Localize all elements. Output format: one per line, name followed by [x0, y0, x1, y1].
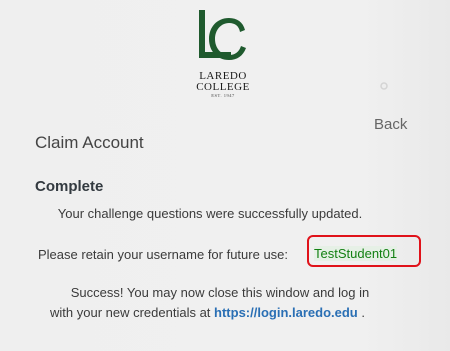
success-line2-suffix: . — [357, 305, 365, 320]
update-success-message: Your challenge questions were successful… — [57, 206, 363, 221]
retain-username-prompt: Please retain your username for future u… — [38, 247, 289, 262]
username-value: TestStudent01 — [314, 246, 398, 261]
faint-decoration-icon — [380, 82, 388, 90]
college-name-line2: COLLEGE — [196, 81, 250, 93]
success-message-line2: with your new credentials at https://log… — [50, 305, 365, 320]
college-wordmark: LAREDO COLLEGE EST. 1947 — [178, 71, 268, 99]
lc-monogram-icon — [199, 10, 246, 60]
success-message-line1: Success! You may now close this window a… — [70, 285, 370, 300]
username-highlight-box: TestStudent01 — [307, 235, 421, 267]
status-heading: Complete — [35, 178, 104, 195]
claim-account-page: LAREDO COLLEGE EST. 1947 Back Claim Acco… — [0, 0, 450, 351]
established-text: EST. 1947 — [211, 93, 235, 98]
login-url-link[interactable]: https://login.laredo.edu — [214, 305, 358, 320]
back-link[interactable]: Back — [374, 116, 407, 133]
page-title: Claim Account — [35, 133, 144, 152]
success-line2-prefix: with your new credentials at — [50, 305, 215, 320]
